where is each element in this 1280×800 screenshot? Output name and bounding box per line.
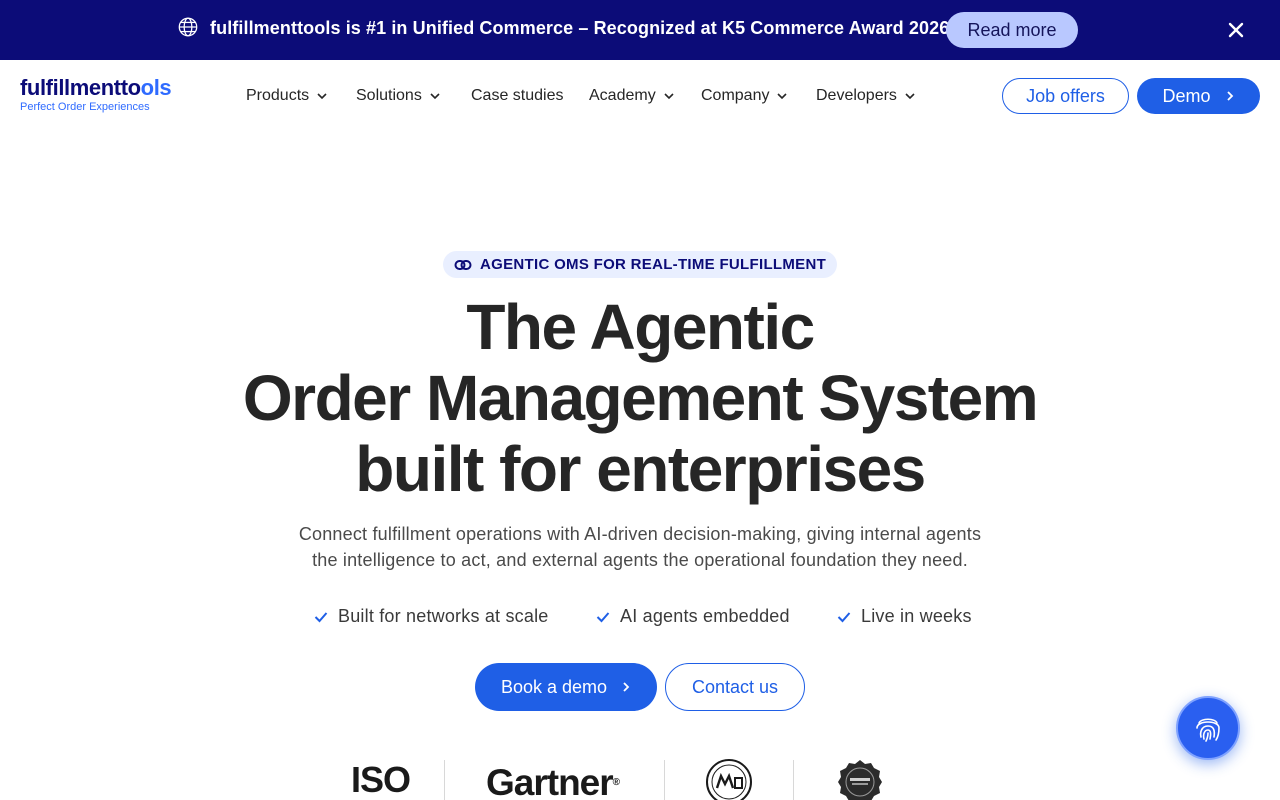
eyebrow-pill: AGENTIC OMS FOR REAL-TIME FULFILLMENT xyxy=(443,251,837,278)
contact-us-button[interactable]: Contact us xyxy=(665,663,805,711)
feature-label: AI agents embedded xyxy=(620,606,790,626)
k5-commerce-award-badge xyxy=(838,760,882,800)
demo-button-label: Demo xyxy=(1162,85,1211,106)
job-offers-button[interactable]: Job offers xyxy=(1002,78,1129,114)
nav-label: Company xyxy=(701,87,770,104)
wordmark-accent: ols xyxy=(140,75,172,100)
chevron-right-icon xyxy=(623,682,630,692)
gartner-wordmark: Gartner xyxy=(486,762,614,800)
hero-subtitle-line: the intelligence to act, and external ag… xyxy=(312,550,968,570)
eyebrow-text: AGENTIC OMS FOR REAL-TIME FULFILLMENT xyxy=(480,256,827,273)
read-more-button[interactable]: Read more xyxy=(946,12,1078,48)
hero-subtitle-line: Connect fulfillment operations with AI-d… xyxy=(298,524,982,544)
divider xyxy=(664,760,665,800)
feature-label: Built for networks at scale xyxy=(338,606,549,626)
check-icon xyxy=(596,611,610,622)
check-icon xyxy=(314,611,328,622)
nav-label: Case studies xyxy=(471,87,564,104)
nav-academy[interactable]: Academy xyxy=(589,86,675,106)
book-demo-button[interactable]: Book a demo xyxy=(475,663,657,711)
divider xyxy=(793,760,794,800)
hero-title: The Agentic Order Management System buil… xyxy=(140,292,1140,505)
close-icon[interactable] xyxy=(1226,20,1246,40)
feature-item: AI agents embedded xyxy=(596,606,790,627)
nav-company[interactable]: Company xyxy=(701,86,788,106)
nav-label: Products xyxy=(246,87,310,104)
feature-label: Live in weeks xyxy=(861,606,972,626)
site-header: fulfillmenttools Perfect Order Experienc… xyxy=(0,60,1280,132)
wordmark-main: fulfillmentto xyxy=(20,75,141,100)
nav-label: Academy xyxy=(589,87,656,104)
nav-case-studies[interactable]: Case studies xyxy=(471,86,564,106)
hero-title-line: built for enterprises xyxy=(355,433,926,505)
registered-mark: ® xyxy=(612,777,620,788)
chevron-down-icon xyxy=(664,93,674,100)
nav-solutions[interactable]: Solutions xyxy=(356,86,441,106)
gartner-logo: Gartner® xyxy=(486,762,620,800)
nav-label: Developers xyxy=(816,87,897,104)
hero-title-line: The Agentic xyxy=(466,291,815,363)
brand-wordmark: fulfillmenttools xyxy=(20,75,172,100)
chevron-down-icon xyxy=(905,93,915,100)
nav-label: Solutions xyxy=(356,87,422,104)
demo-button[interactable]: Demo xyxy=(1137,78,1260,114)
chevron-down-icon xyxy=(430,93,440,100)
hero-subtitle: Connect fulfillment operations with AI-d… xyxy=(240,521,1040,573)
divider xyxy=(444,760,445,800)
chevron-right-icon xyxy=(1226,91,1233,101)
announcement-message: fulfillmenttools is #1 in Unified Commer… xyxy=(210,18,950,38)
check-icon xyxy=(837,611,851,622)
trust-logos-strip: ISO Gartner® xyxy=(0,755,1280,800)
fingerprint-chat-button[interactable] xyxy=(1176,696,1240,760)
brand-logo[interactable]: fulfillmenttools Perfect Order Experienc… xyxy=(20,75,172,114)
mach-member-badge xyxy=(706,759,752,800)
book-demo-label: Book a demo xyxy=(500,676,608,697)
hero-title-line: Order Management System xyxy=(242,362,1039,434)
nav-products[interactable]: Products xyxy=(246,86,328,106)
brand-tagline: Perfect Order Experiences xyxy=(20,101,150,113)
iso-logo: ISO xyxy=(351,759,411,800)
feature-item: Built for networks at scale xyxy=(314,606,548,627)
chevron-down-icon xyxy=(777,93,788,100)
chevron-down-icon xyxy=(317,93,327,100)
nav-developers[interactable]: Developers xyxy=(816,86,916,106)
announcement-bar: fulfillmenttools is #1 in Unified Commer… xyxy=(0,0,1280,60)
link-icon xyxy=(454,259,472,270)
globe-icon xyxy=(178,17,198,37)
feature-item: Live in weeks xyxy=(837,606,972,627)
fingerprint-icon xyxy=(1196,718,1220,742)
